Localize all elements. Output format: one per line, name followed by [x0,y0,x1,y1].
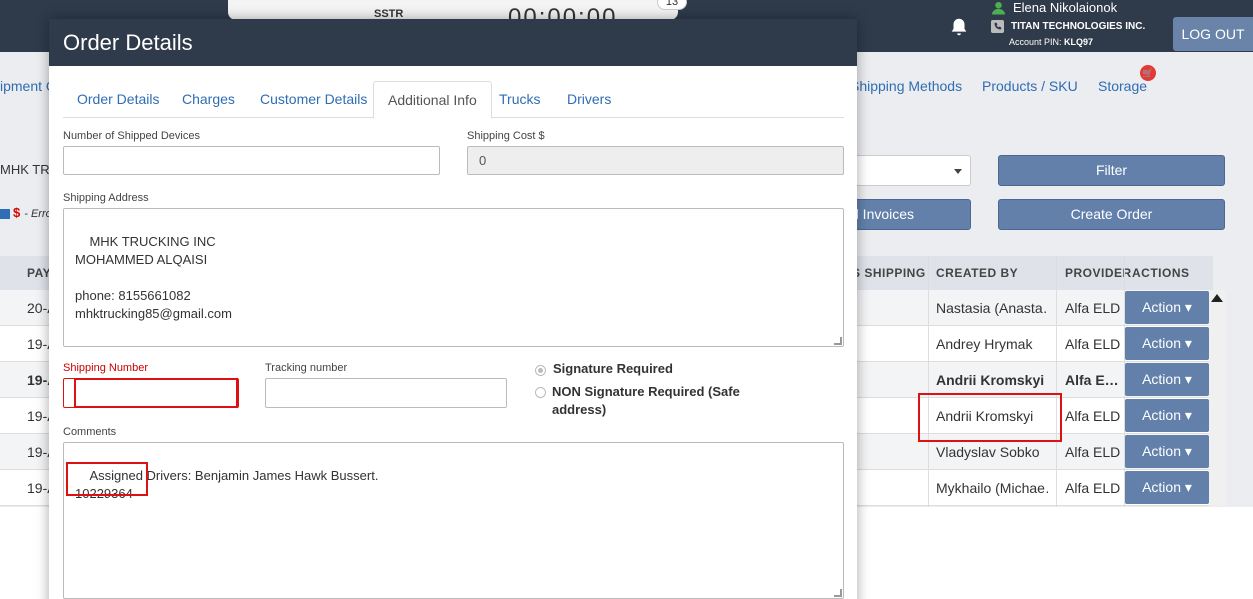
cart-icon: 🛒 [1140,65,1156,81]
cell-pay: 20-A [27,300,49,316]
cell-provider: Alfa ELD [1065,480,1120,496]
action-button[interactable]: Action ▾ [1125,327,1209,360]
shipping-cost-input[interactable]: 0 [467,146,844,175]
non-signature-label: NON Signature Required (Safe address) [552,384,740,417]
column-divider [928,256,929,508]
user-icon [992,1,1005,15]
cell-pay: 19-A [27,336,49,352]
notification-count-badge[interactable]: 13 [657,0,687,10]
logout-button[interactable]: LOG OUT [1173,17,1253,51]
tab-trucks[interactable]: Trucks [485,81,554,118]
cell-pay: 19-A [27,444,49,460]
chevron-down-icon [954,169,962,174]
table-scrollbar[interactable] [1209,290,1226,506]
col-pay[interactable]: PAY [27,266,51,280]
modal-tabs: Order Details Charges Customer Details A… [63,81,844,119]
pin-value: KLQ97 [1064,37,1094,47]
cell-provider: Alfa E… [1065,372,1119,388]
order-details-modal: Order Details Order Details Charges Cust… [49,19,857,599]
tab-charges[interactable]: Charges [168,81,249,118]
cell-provider: Alfa ELD [1065,336,1120,352]
col-created-by[interactable]: CREATED BY [936,266,1018,280]
nav-shipping-methods[interactable]: Shipping Methods [850,78,962,94]
cell-provider: Alfa ELD [1065,408,1120,424]
shipped-devices-input[interactable] [63,146,440,175]
invoices-button[interactable]: d Invoices [850,199,971,230]
shipping-address-text: MHK TRUCKING INC MOHAMMED ALQAISI phone:… [75,234,232,321]
comments-textarea[interactable]: Assigned Drivers: Benjamin James Hawk Bu… [63,442,844,599]
shipping-cost-label: Shipping Cost $ [467,130,545,142]
resize-handle-icon[interactable] [834,337,842,345]
shipping-address-textarea[interactable]: MHK TRUCKING INC MOHAMMED ALQAISI phone:… [63,208,844,347]
cell-created-by: Andrey Hrymak [936,336,1033,352]
column-divider [1124,256,1125,508]
action-button[interactable]: Action ▾ [1125,291,1209,324]
user-name: Elena Nikolaionok [1013,0,1118,15]
account-pin: Account PIN: KLQ97 [1009,37,1093,47]
scroll-up-icon[interactable] [1211,294,1223,302]
shipped-devices-label: Number of Shipped Devices [63,130,200,142]
tracking-number-input[interactable] [265,378,507,408]
tab-drivers[interactable]: Drivers [553,81,625,118]
highlight-box [918,393,1062,442]
dollar-icon: $ [13,205,21,220]
cell-created-by: Mykhailo (Michae… [936,480,1048,496]
action-button[interactable]: Action ▾ [1125,435,1209,468]
pin-label: Account PIN: [1009,37,1062,47]
tracking-number-label: Tracking number [265,362,348,374]
modal-header: Order Details [49,19,857,66]
error-legend-text: - Erro [24,208,52,220]
cell-provider: Alfa ELD [1065,444,1120,460]
action-button[interactable]: Action ▾ [1125,363,1209,396]
col-shipping[interactable]: S SHIPPING I [852,266,927,280]
nav-products-sku[interactable]: Products / SKU [982,78,1078,94]
bell-icon[interactable] [948,16,970,38]
shipping-number-label: Shipping Number [63,362,148,374]
col-actions: ACTIONS [1132,266,1190,280]
modal-title: Order Details [63,30,193,55]
comments-label: Comments [63,426,117,438]
filter-button[interactable]: Filter [998,155,1225,186]
nav-storage[interactable]: Storage [1098,78,1147,94]
cell-created-by: Andrii Kromskyi [936,372,1045,388]
tab-additional-info[interactable]: Additional Info [373,81,492,119]
tab-order-details[interactable]: Order Details [63,81,173,118]
col-provider[interactable]: PROVIDER [1065,266,1132,280]
cell-provider: Alfa ELD [1065,300,1120,316]
highlight-box [74,378,238,408]
shift-timer: SSTR 00:00:00 [228,0,678,20]
action-button[interactable]: Action ▾ [1125,399,1209,432]
cell-created-by: Vladyslav Sobko [936,444,1040,460]
company-name: TITAN TECHNOLOGIES INC. [1011,21,1146,32]
error-legend: $ - Erro [0,205,52,220]
create-order-button[interactable]: Create Order [998,199,1225,230]
column-divider [1056,256,1057,508]
non-signature-radio[interactable] [535,387,546,398]
phone-icon [991,20,1004,33]
cell-pay: 19-A [27,408,49,424]
cell-pay: 19-A [27,480,49,496]
shipping-address-label: Shipping Address [63,192,149,204]
action-button[interactable]: Action ▾ [1125,471,1209,504]
signature-required-label: Signature Required [553,361,673,376]
filter-select[interactable] [850,155,971,186]
checkbox-icon[interactable] [0,209,10,220]
resize-handle-icon[interactable] [834,589,842,597]
cell-created-by: Nastasia (Anasta… [936,300,1048,316]
tab-customer-details[interactable]: Customer Details [246,81,381,118]
highlight-box [66,462,148,496]
timer-value: 00:00:00 [508,4,618,21]
signature-required-radio[interactable] [535,365,546,376]
cell-pay: 19-A [27,372,49,388]
